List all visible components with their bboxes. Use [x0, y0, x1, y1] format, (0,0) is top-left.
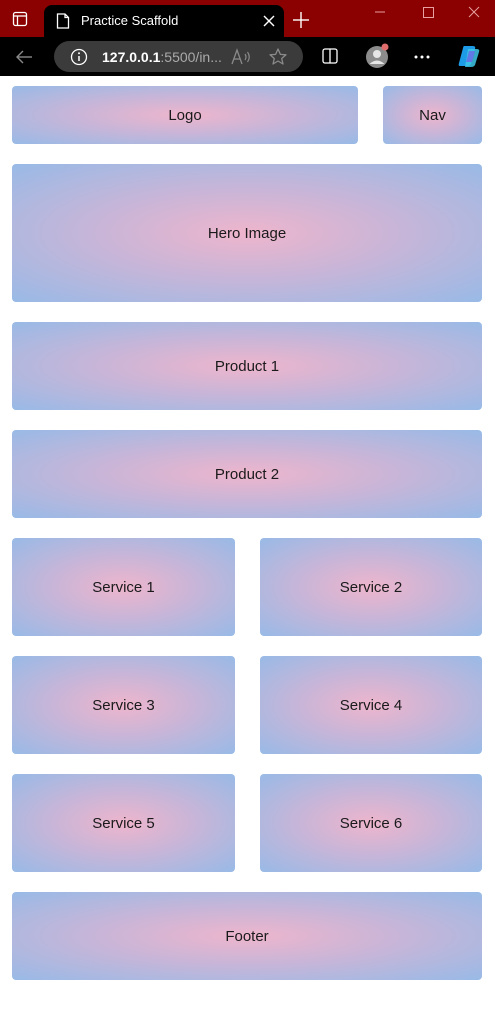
read-aloud-icon[interactable]: [230, 48, 252, 66]
maximize-icon[interactable]: [414, 4, 442, 22]
profile-avatar-icon[interactable]: [364, 42, 392, 70]
plus-icon[interactable]: [292, 11, 310, 29]
service-1-box: Service 1: [12, 538, 235, 636]
browser-toolbar: 127.0.0.1:5500/in...: [0, 37, 495, 76]
info-icon[interactable]: [70, 48, 88, 66]
service-4-box: Service 4: [260, 656, 482, 754]
product-2-box: Product 2: [12, 430, 482, 518]
tab-title: Practice Scaffold: [81, 13, 179, 28]
service-6-box: Service 6: [260, 774, 482, 872]
browser-titlebar: Practice Scaffold: [0, 0, 495, 37]
tab-actions-icon[interactable]: [12, 11, 28, 27]
window-close-icon[interactable]: [460, 4, 488, 22]
service-2-box: Service 2: [260, 538, 482, 636]
star-icon[interactable]: [268, 47, 288, 67]
address-bar[interactable]: 127.0.0.1:5500/in...: [54, 41, 303, 72]
hero-image-box: Hero Image: [12, 164, 482, 302]
nav-box: Nav: [383, 86, 482, 144]
close-icon[interactable]: [260, 12, 278, 30]
page-icon: [56, 13, 70, 29]
url-text[interactable]: 127.0.0.1:5500/in...: [102, 49, 222, 65]
copilot-icon[interactable]: [456, 43, 482, 69]
minimize-icon[interactable]: [366, 4, 394, 22]
more-dots-icon[interactable]: [412, 47, 432, 67]
service-3-box: Service 3: [12, 656, 235, 754]
url-path: :5500/in...: [160, 49, 222, 65]
split-screen-icon[interactable]: [321, 47, 339, 65]
arrow-left-icon[interactable]: [14, 47, 34, 67]
service-5-box: Service 5: [12, 774, 235, 872]
product-1-box: Product 1: [12, 322, 482, 410]
footer-box: Footer: [12, 892, 482, 980]
browser-tab[interactable]: Practice Scaffold: [44, 5, 284, 37]
logo-box: Logo: [12, 86, 358, 144]
url-host: 127.0.0.1: [102, 49, 161, 65]
